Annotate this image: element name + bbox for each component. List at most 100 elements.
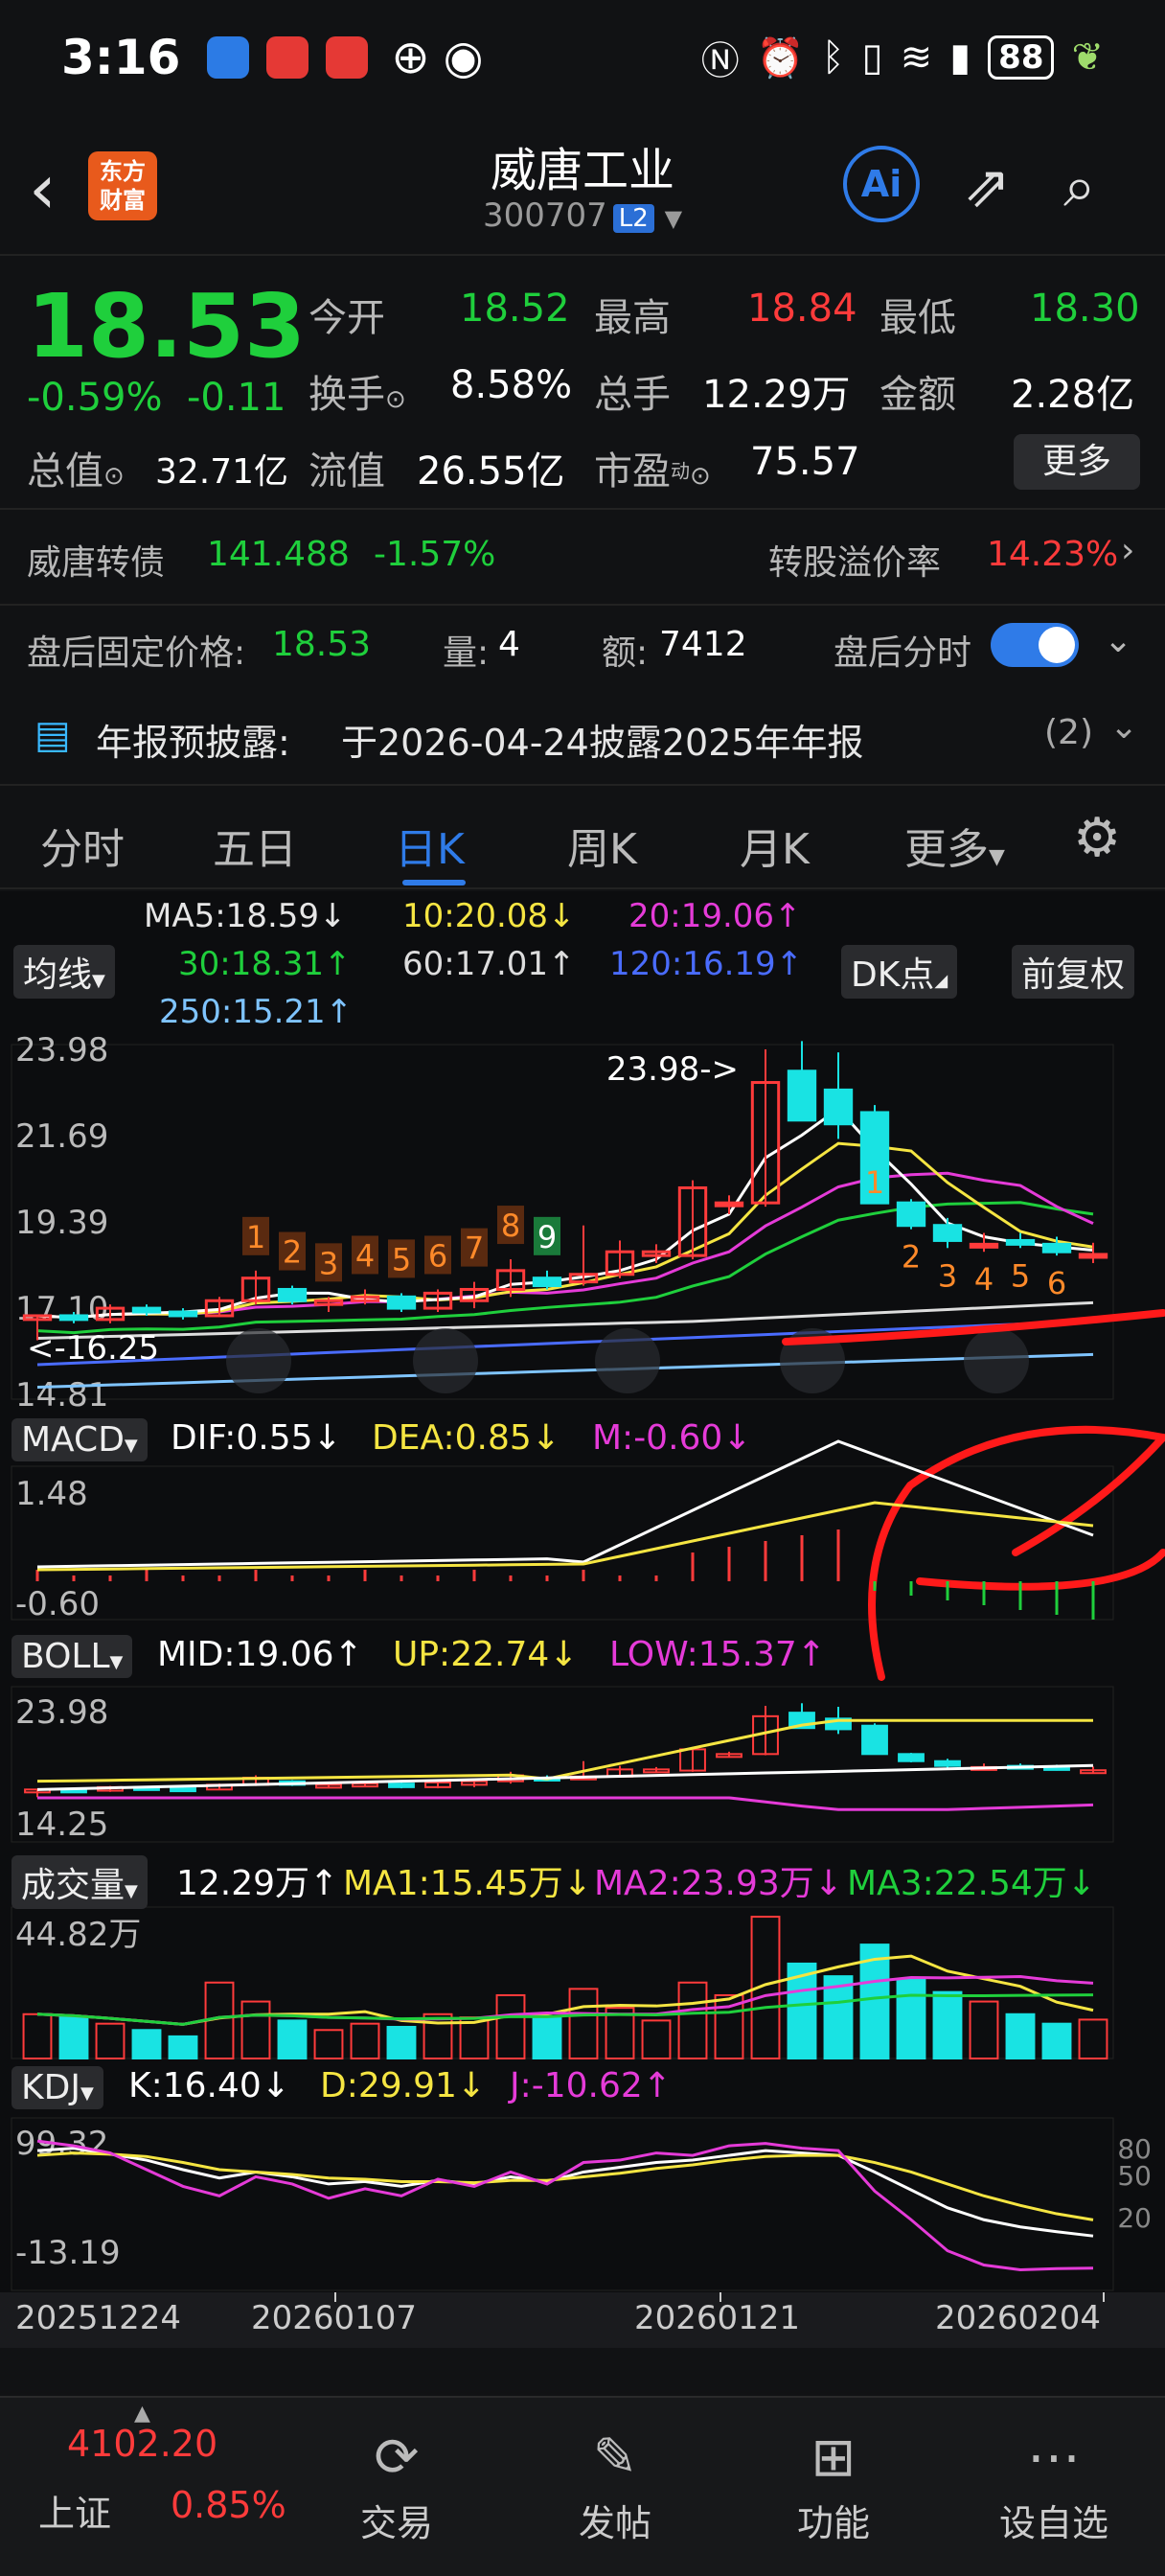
vibrate-icon: ▯ [861, 35, 883, 80]
nav-functions[interactable]: ⊞ 功能 [766, 2426, 901, 2546]
x-axis-label: 20260121 [634, 2299, 800, 2337]
pe-value: 75.57 [750, 440, 860, 484]
premium-label: 转股溢价率 [768, 543, 942, 583]
macd-dea: DEA:0.85↓ [372, 1418, 560, 1458]
volume-selector[interactable]: 成交量▼ [11, 1855, 148, 1909]
kdj-k-line [36, 2147, 1094, 2238]
yen-cycle-icon: ⟳ [374, 2426, 420, 2489]
info-icon: ⊙ [103, 462, 125, 491]
bond-name: 威唐转债 [27, 543, 166, 583]
notice-count: (2) [1044, 713, 1093, 752]
tab-more[interactable]: 更多▼ [904, 815, 1005, 876]
chevron-up-icon: ▲ [134, 2402, 150, 2426]
tab-monthly-k[interactable]: 月K [740, 815, 810, 876]
amount-value: 2.28亿 [1011, 373, 1135, 417]
nav-add-watchlist[interactable]: ⋯ 设自选 [987, 2426, 1121, 2546]
td-count-label: 1 [865, 1164, 884, 1201]
volume-bar [95, 2022, 126, 2059]
td-count-label: 9 [537, 1219, 557, 1255]
chevron-down-icon: ▼ [664, 205, 683, 232]
gear-icon[interactable]: ⚙ [1073, 807, 1121, 869]
nav-post[interactable]: ✎ 发帖 [548, 2426, 682, 2546]
boll-candle-body [898, 1753, 925, 1762]
nav-trade[interactable]: ⟳ 交易 [330, 2426, 464, 2546]
td-count-label: 7 [465, 1230, 484, 1267]
app-notification-icon [207, 36, 250, 79]
volume-bar [1041, 2022, 1072, 2059]
tab-five-day[interactable]: 五日 [213, 815, 297, 876]
volume-bar [58, 2016, 89, 2060]
afterhours-row: 盘后固定价格: 18.53 量: 4 额: 7412 盘后分时 ⌄ [0, 604, 1165, 688]
tab-weekly-k[interactable]: 周K [567, 815, 637, 876]
volume-bar [969, 2000, 999, 2060]
volume-bar [22, 2012, 53, 2059]
kdj-j-line [36, 2139, 1094, 2272]
td-count-label: 8 [501, 1208, 520, 1244]
macd-selector[interactable]: MACD▼ [11, 1418, 148, 1461]
td-count-label: 3 [938, 1257, 957, 1294]
more-button[interactable]: 更多 [1014, 434, 1140, 490]
convertible-bond-row[interactable]: 威唐转债 141.488 -1.57% 转股溢价率 14.23% › [0, 508, 1165, 604]
index-name[interactable]: 上证 [38, 2484, 111, 2537]
chart-nav-button [964, 1328, 1029, 1393]
td-count-label: 3 [319, 1245, 338, 1281]
chevron-down-icon[interactable]: ⌄ [1104, 621, 1132, 660]
kline-chart-area[interactable]: MA5:18.59↓ 10:20.08↓ 20:19.06↑ 30:18.31↑… [0, 891, 1165, 2348]
turnover-field[interactable]: 换手⊙ [308, 363, 406, 419]
afterhours-price: 18.53 [272, 625, 372, 664]
candle-body [896, 1201, 926, 1228]
kdj-ref-20: 20 [1117, 2202, 1152, 2234]
chart-nav-button [413, 1328, 478, 1393]
afterhours-amt: 7412 [659, 625, 747, 664]
boll-y-top: 23.98 [15, 1693, 108, 1732]
last-price: 18.53 [27, 275, 307, 378]
ai-button[interactable]: Ai [843, 146, 920, 222]
boll-candle-body [861, 1724, 888, 1756]
afterhours-label: 盘后固定价格: [27, 633, 246, 673]
search-icon[interactable]: ⌕ [1063, 153, 1096, 220]
volume-bar [532, 2016, 562, 2060]
mktcap-field[interactable]: 总值⊙ [27, 440, 125, 495]
high-value: 18.84 [747, 287, 857, 331]
edit-icon: ✎ [592, 2426, 638, 2489]
low-field: 最低 [879, 296, 956, 340]
y-axis-label: 19.39 [15, 1204, 108, 1242]
share-icon[interactable]: ⇗ [963, 153, 1011, 220]
kdj-selector[interactable]: KDJ▼ [11, 2066, 103, 2109]
battery-indicator: 88 [988, 35, 1055, 80]
change-row: -0.59% -0.11 [27, 376, 286, 420]
td-count-label: 4 [355, 1237, 375, 1274]
volume-bar [277, 2019, 308, 2060]
open-field: 今开 [308, 296, 385, 340]
afterhours-switch-label: 盘后分时 [834, 633, 972, 673]
index-pct: 0.85% [171, 2484, 286, 2526]
td-count-label: 5 [392, 1241, 411, 1277]
stock-header: ‹ 东方 财富 威唐工业 300707 L2 ▼ Ai ⇗ ⌕ [0, 125, 1165, 249]
annual-report-notice[interactable]: ▤ 年报预披露: 于2026-04-24披露2025年年报 (2) ⌄ [0, 688, 1165, 784]
pe-field[interactable]: 市盈动⊙ [594, 440, 711, 495]
candle-body [787, 1070, 817, 1122]
candle-body [386, 1295, 417, 1310]
td-count-label: 6 [1047, 1265, 1066, 1301]
candle-body [131, 1306, 162, 1314]
boll-candle-body [934, 1760, 961, 1767]
boll-candle-body [170, 1787, 196, 1793]
float-field: 流值 [308, 449, 385, 494]
volume-bar [350, 2022, 380, 2059]
open-value: 18.52 [460, 287, 570, 331]
macd-dif-line [36, 1439, 1094, 1569]
afterhours-toggle[interactable] [991, 623, 1079, 667]
kdj-d-line [36, 2151, 1094, 2221]
volume-bar [1078, 2018, 1108, 2060]
candle-body [1005, 1238, 1036, 1246]
tab-daily-k[interactable]: 日K [395, 815, 465, 876]
grid-icon: ⊞ [811, 2426, 857, 2489]
x-axis-label: 20260204 [935, 2299, 1101, 2337]
boll-mid-line [36, 1763, 1094, 1791]
signal-icon: ▮ [949, 35, 971, 80]
tab-intraday[interactable]: 分时 [40, 815, 125, 876]
boll-selector[interactable]: BOLL▼ [11, 1635, 133, 1678]
volume-y-top: 44.82万 [15, 1916, 141, 1954]
boll-up-line [36, 1718, 1093, 1783]
candle-body [969, 1242, 999, 1249]
